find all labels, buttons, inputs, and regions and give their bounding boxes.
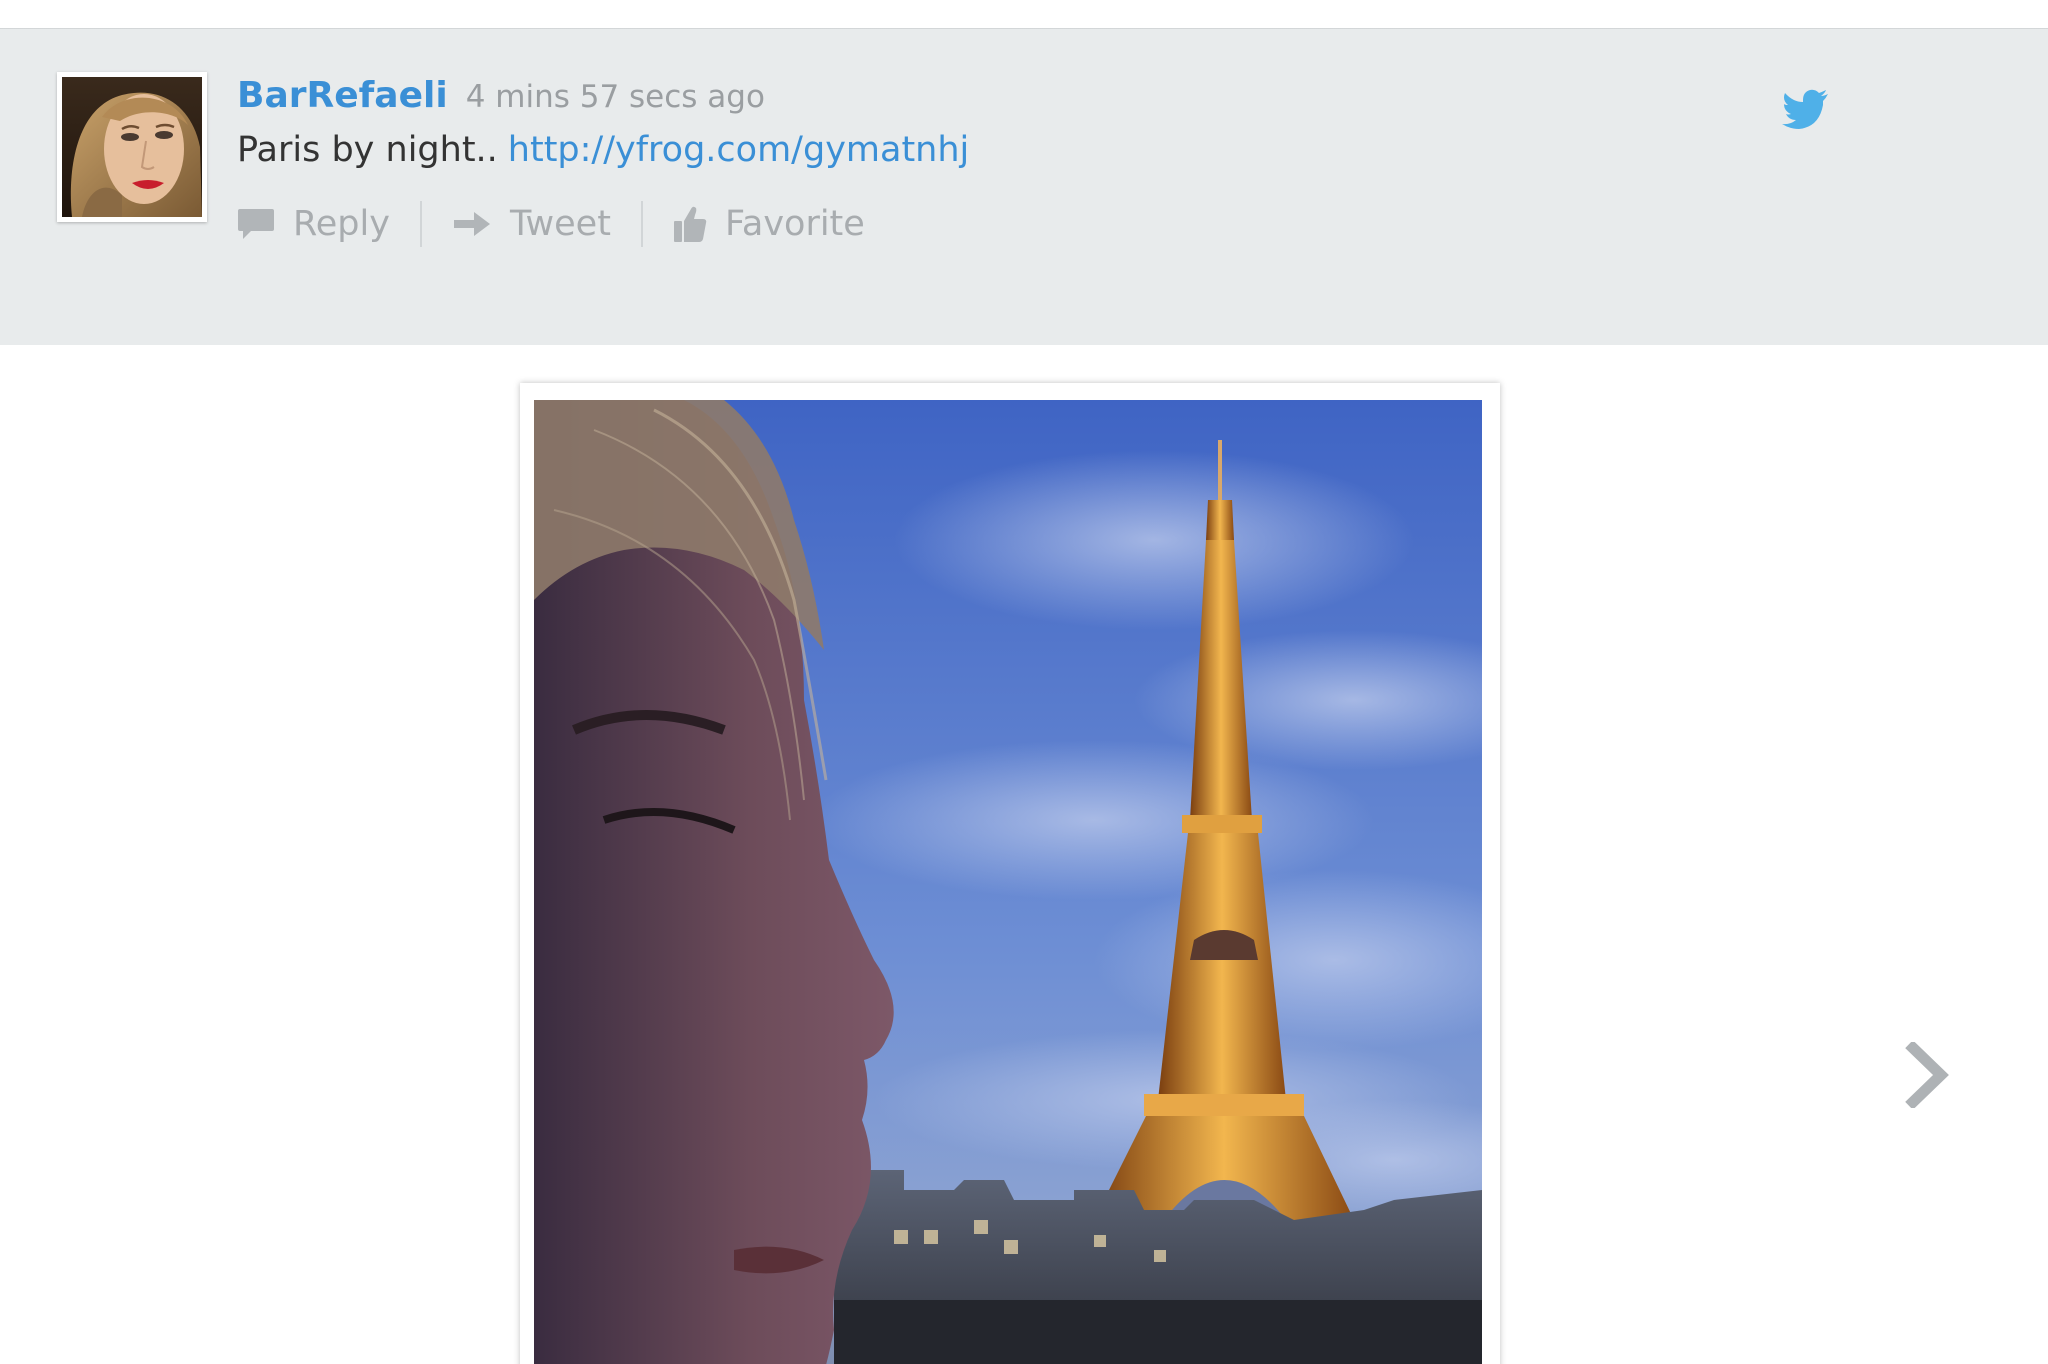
arrow-right-icon: [453, 212, 490, 236]
username-link[interactable]: BarRefaeli: [237, 75, 448, 116]
tweet-text: Paris by night..: [237, 130, 498, 170]
twitter-bird-icon[interactable]: [1781, 89, 1829, 129]
reply-button[interactable]: Reply: [237, 196, 390, 252]
tweet-photo[interactable]: [534, 400, 1482, 1364]
reply-label: Reply: [293, 204, 390, 244]
action-divider: [640, 201, 643, 247]
tweet-link[interactable]: http://yfrog.com/gymatnhj: [508, 130, 969, 170]
speech-bubble-icon: [238, 209, 274, 239]
tweet-timestamp: 4 mins 57 secs ago: [465, 79, 765, 115]
photo-frame: [520, 383, 1500, 1364]
avatar-image: [62, 77, 202, 217]
tweet-body: Paris by night.. http://yfrog.com/gymatnh…: [237, 130, 969, 170]
favorite-label: Favorite: [724, 204, 865, 244]
chevron-right-icon[interactable]: [1905, 1042, 1955, 1108]
photo-image: [534, 400, 1482, 1364]
action-divider: [419, 201, 422, 247]
tweet-label: Tweet: [509, 204, 611, 244]
favorite-button[interactable]: Favorite: [673, 196, 865, 252]
top-bar: [0, 0, 2048, 28]
page: BarRefaeli 4 mins 57 secs ago Paris by ni…: [0, 0, 2048, 1364]
retweet-button[interactable]: Tweet: [452, 196, 611, 252]
thumbs-up-icon: [673, 206, 707, 242]
tweet-actions: Reply Tweet Favorite: [237, 196, 865, 252]
tweet-meta: BarRefaeli 4 mins 57 secs ago: [237, 75, 765, 125]
tweet-card: BarRefaeli 4 mins 57 secs ago Paris by ni…: [0, 29, 2048, 345]
avatar[interactable]: [57, 72, 207, 222]
